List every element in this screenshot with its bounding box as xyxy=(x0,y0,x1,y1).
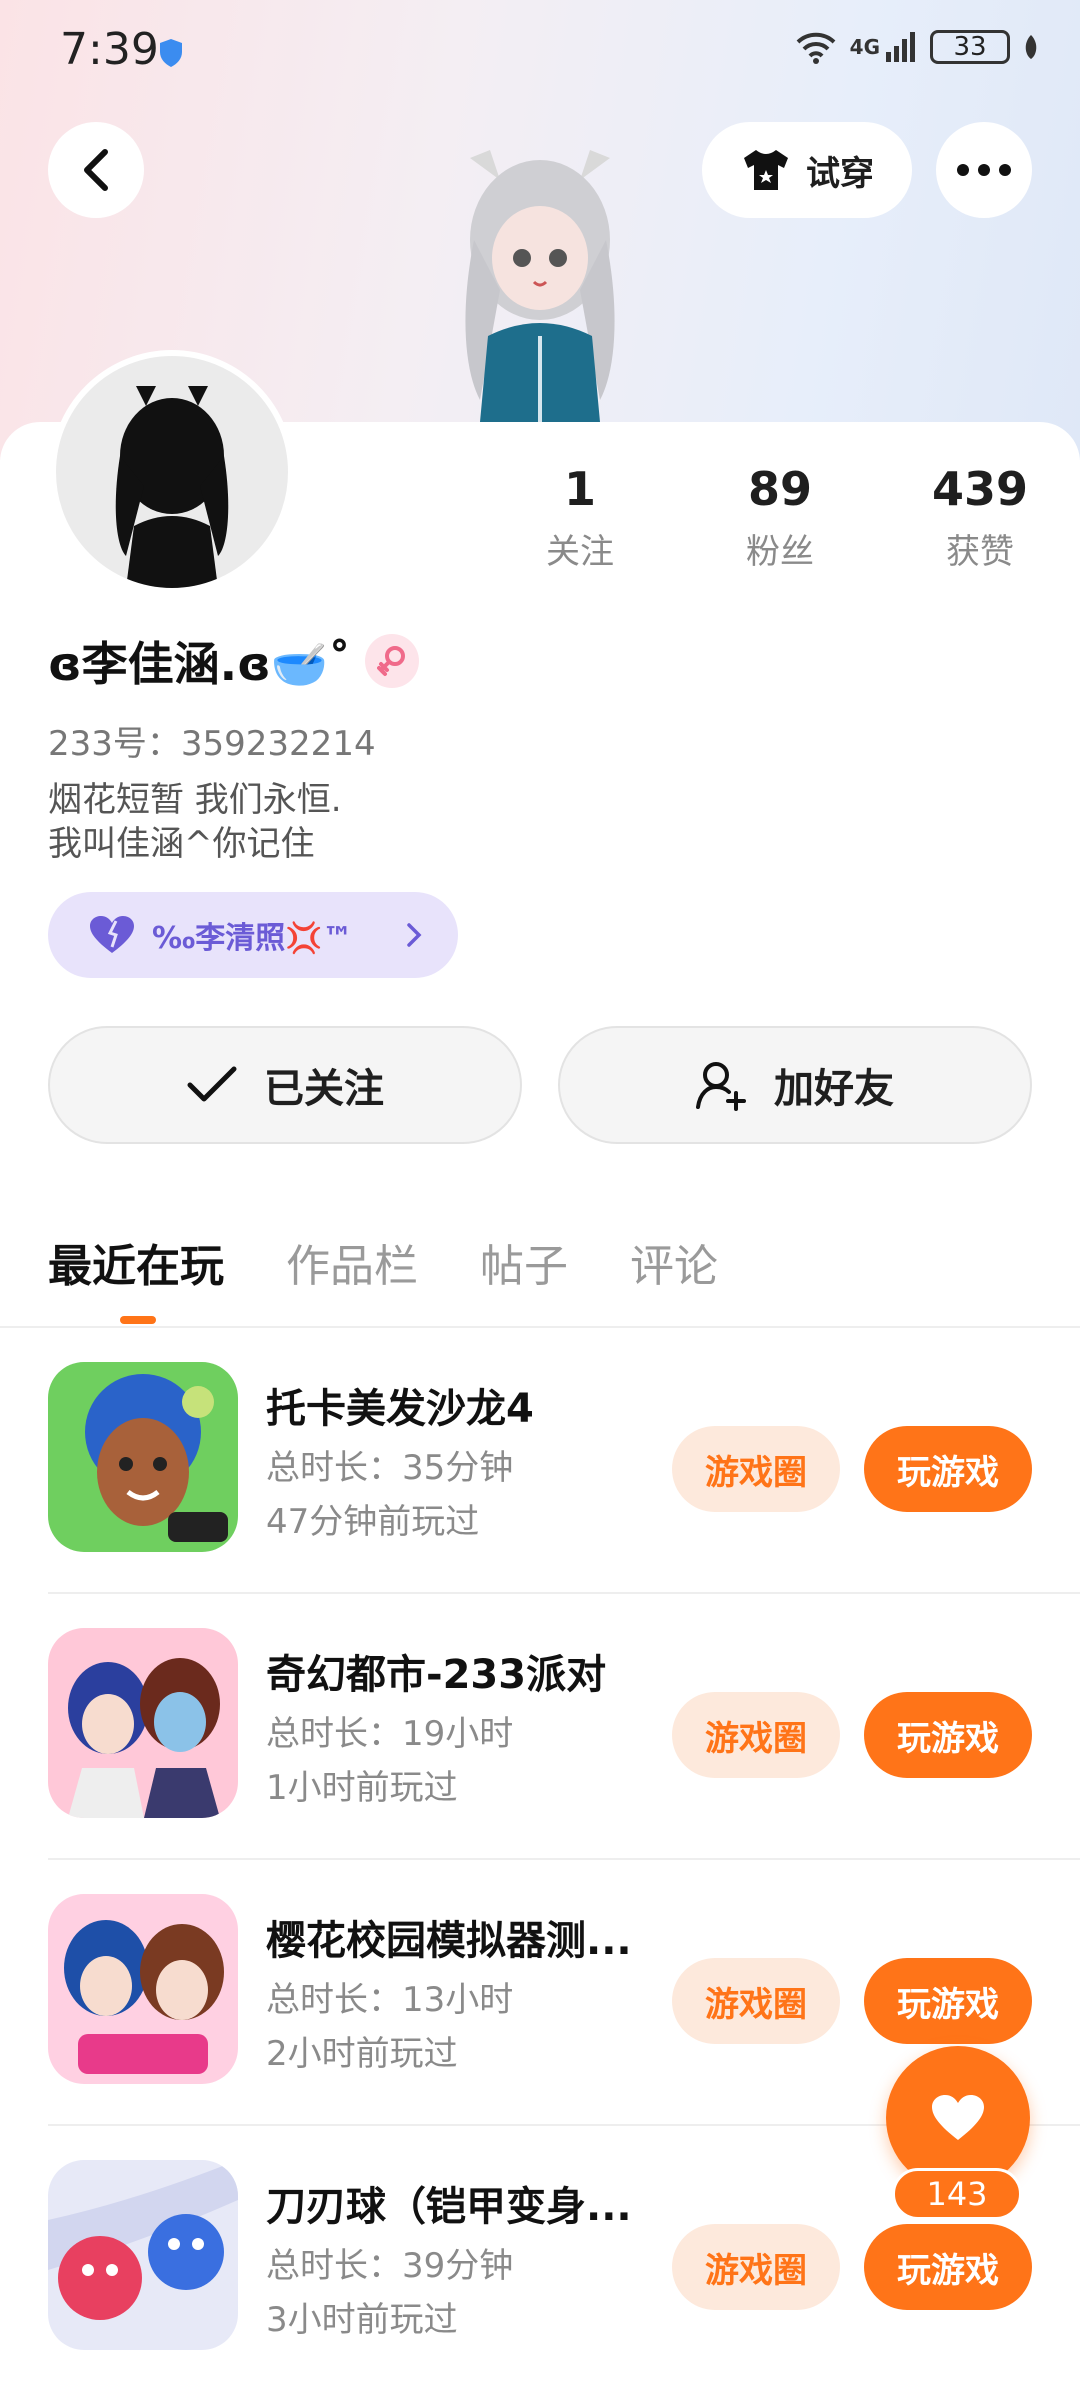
user-id: 233号：359232214 xyxy=(48,724,376,764)
system-icons: 4G 33 xyxy=(794,30,1040,64)
list-item[interactable]: 托卡美发沙龙4 总时长：35分钟 47分钟前玩过 游戏圈 玩游戏 xyxy=(48,1328,1080,1594)
tab-works[interactable]: 作品栏 xyxy=(286,1230,418,1302)
stat-label: 获赞 xyxy=(946,532,1014,572)
tab-comments[interactable]: 评论 xyxy=(630,1230,718,1302)
battery-level: 33 xyxy=(953,32,987,62)
tab-recently-played[interactable]: 最近在玩 xyxy=(48,1230,224,1302)
play-game-button[interactable]: 玩游戏 xyxy=(864,1692,1032,1778)
gender-female-icon xyxy=(377,646,406,676)
play-game-button[interactable]: 玩游戏 xyxy=(864,1426,1032,1512)
shirt-icon xyxy=(744,150,788,190)
profile-bio: 烟花短暂 我们永恒. 我叫佳涵^你记住 xyxy=(48,780,342,864)
add-user-icon xyxy=(696,1062,746,1111)
stat-label: 粉丝 xyxy=(746,532,814,572)
signal-icon xyxy=(886,32,915,62)
game-title: 托卡美发沙龙4 xyxy=(266,1386,534,1432)
network-type-label: 4G xyxy=(849,35,880,59)
chevron-right-icon xyxy=(407,923,422,947)
relationship-chip[interactable]: ‰李清照💢™ xyxy=(48,892,458,978)
followed-button[interactable]: 已关注 xyxy=(48,1026,522,1144)
followed-label: 已关注 xyxy=(264,1066,384,1112)
game-last-played: 3小时前玩过 xyxy=(266,2300,458,2340)
game-title: 刀刃球（铠甲变身... xyxy=(266,2184,632,2230)
tab-posts[interactable]: 帖子 xyxy=(480,1230,568,1302)
stat-followers[interactable]: 89 粉丝 xyxy=(680,462,880,573)
stat-value: 439 xyxy=(931,462,1029,516)
game-circle-button[interactable]: 游戏圈 xyxy=(672,1958,840,2044)
list-item[interactable]: 奇幻都市-233派对 总时长：19小时 1小时前玩过 游戏圈 玩游戏 xyxy=(48,1594,1080,1860)
name-row: ɞ李佳涵.ɞ🥣˚ xyxy=(48,628,420,694)
add-friend-label: 加好友 xyxy=(774,1066,894,1112)
heart-icon xyxy=(90,916,134,953)
leaf-icon xyxy=(1025,35,1037,59)
game-duration: 总时长：35分钟 xyxy=(266,1448,514,1488)
game-last-played: 47分钟前玩过 xyxy=(266,1502,480,1542)
stat-value: 1 xyxy=(563,462,596,516)
wifi-icon xyxy=(796,32,836,64)
stat-label: 关注 xyxy=(546,532,614,572)
stat-likes[interactable]: 439 获赞 xyxy=(880,462,1080,573)
game-last-played: 1小时前玩过 xyxy=(266,1768,458,1808)
profile-stats: 1 关注 89 粉丝 439 获赞 xyxy=(480,462,1080,573)
play-game-button[interactable]: 玩游戏 xyxy=(864,1958,1032,2044)
game-circle-button[interactable]: 游戏圈 xyxy=(672,2224,840,2310)
profile-name: ɞ李佳涵.ɞ🥣˚ xyxy=(48,637,352,691)
game-duration: 总时长：39分钟 xyxy=(266,2246,514,2286)
game-icon xyxy=(48,1362,238,1552)
game-icon xyxy=(48,2160,238,2350)
relationship-label: ‰李清照💢™ xyxy=(152,921,353,956)
game-title: 樱花校园模拟器测... xyxy=(266,1918,632,1964)
heart-icon xyxy=(932,2095,984,2140)
avatar[interactable] xyxy=(50,350,294,594)
add-friend-button[interactable]: 加好友 xyxy=(558,1026,1032,1144)
active-tab-indicator xyxy=(120,1316,156,1324)
try-on-label: 试穿 xyxy=(806,153,874,194)
status-time: 7:39 xyxy=(60,24,159,75)
check-icon xyxy=(187,1066,237,1102)
like-count-badge: 143 xyxy=(892,2168,1022,2220)
shield-icon xyxy=(160,39,182,67)
game-circle-button[interactable]: 游戏圈 xyxy=(672,1692,840,1778)
back-button[interactable] xyxy=(48,122,144,218)
game-duration: 总时长：13小时 xyxy=(266,1980,514,2020)
game-circle-button[interactable]: 游戏圈 xyxy=(672,1426,840,1512)
profile-tabs: 最近在玩 作品栏 帖子 评论 xyxy=(48,1230,718,1302)
battery-icon: 33 xyxy=(930,30,1010,64)
stat-following[interactable]: 1 关注 xyxy=(480,462,680,573)
status-bar: 7:39 4G 33 xyxy=(0,0,1080,100)
play-game-button[interactable]: 玩游戏 xyxy=(864,2224,1032,2310)
game-icon xyxy=(48,1628,238,1818)
game-duration: 总时长：19小时 xyxy=(266,1714,514,1754)
back-icon xyxy=(84,149,108,191)
more-icon xyxy=(957,164,1011,176)
avatar-silhouette xyxy=(115,386,229,588)
more-button[interactable] xyxy=(936,122,1032,218)
try-on-button[interactable]: 试穿 xyxy=(702,122,912,218)
stat-value: 89 xyxy=(747,462,812,516)
gender-badge xyxy=(365,634,420,688)
game-last-played: 2小时前玩过 xyxy=(266,2034,458,2074)
avatar-3d-figure xyxy=(465,150,615,422)
game-icon xyxy=(48,1894,238,2084)
game-title: 奇幻都市-233派对 xyxy=(266,1652,607,1698)
